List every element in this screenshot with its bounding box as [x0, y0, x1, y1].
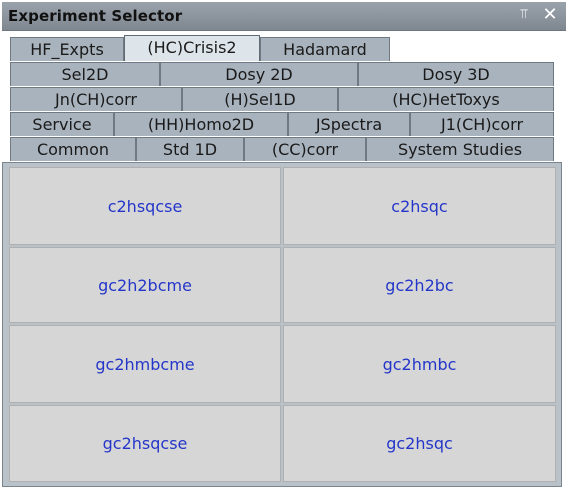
- experiment-button-gc2hmbc[interactable]: gc2hmbc: [283, 325, 556, 403]
- window-title: Experiment Selector: [8, 7, 183, 25]
- tab-sel2d[interactable]: Sel2D: [10, 62, 160, 86]
- tab-jspectra[interactable]: JSpectra: [288, 112, 410, 136]
- tab-hf-expts[interactable]: HF_Expts: [10, 37, 124, 61]
- experiment-button-panel: c2hsqcse c2hsqc gc2h2bcme gc2h2bc gc2hmb…: [2, 162, 562, 487]
- tab-cc-corr[interactable]: (CC)corr: [244, 137, 366, 161]
- tab-hh-homo2d[interactable]: (HH)Homo2D: [114, 112, 288, 136]
- tab-h-sel1d[interactable]: (H)Sel1D: [182, 87, 338, 111]
- tab-j1-ch-corr[interactable]: J1(CH)corr: [410, 112, 554, 136]
- experiment-button-gc2h2bcme[interactable]: gc2h2bcme: [9, 247, 281, 323]
- close-icon[interactable]: ✕: [540, 5, 560, 25]
- experiment-button-gc2hsqcse[interactable]: gc2hsqcse: [9, 405, 281, 482]
- tab-hc-crisis2[interactable]: (HC)Crisis2: [124, 35, 260, 61]
- tab-system-studies[interactable]: System Studies: [366, 137, 554, 161]
- tab-dosy-3d[interactable]: Dosy 3D: [358, 62, 554, 86]
- pin-icon[interactable]: ⫪: [514, 5, 534, 25]
- tab-std-1d[interactable]: Std 1D: [136, 137, 244, 161]
- experiment-button-gc2hmbcme[interactable]: gc2hmbcme: [9, 325, 281, 403]
- experiment-button-c2hsqc[interactable]: c2hsqc: [283, 167, 556, 245]
- experiment-button-c2hsqcse[interactable]: c2hsqcse: [9, 167, 281, 245]
- tab-strip: HF_Expts (HC)Crisis2 Hadamard Sel2D Dosy…: [0, 31, 568, 163]
- tab-jn-ch-corr[interactable]: Jn(CH)corr: [10, 87, 182, 111]
- title-bar[interactable]: Experiment Selector ⫪ ✕: [2, 2, 566, 31]
- tab-common[interactable]: Common: [10, 137, 136, 161]
- tab-service[interactable]: Service: [10, 112, 114, 136]
- experiment-selector-window: Experiment Selector ⫪ ✕ HF_Expts (HC)Cri…: [0, 0, 568, 489]
- experiment-button-gc2hsqc[interactable]: gc2hsqc: [283, 405, 556, 482]
- tab-hc-hettoxys[interactable]: (HC)HetToxys: [338, 87, 554, 111]
- tab-hadamard[interactable]: Hadamard: [260, 37, 390, 61]
- tab-dosy-2d[interactable]: Dosy 2D: [160, 62, 358, 86]
- experiment-button-gc2h2bc[interactable]: gc2h2bc: [283, 247, 556, 323]
